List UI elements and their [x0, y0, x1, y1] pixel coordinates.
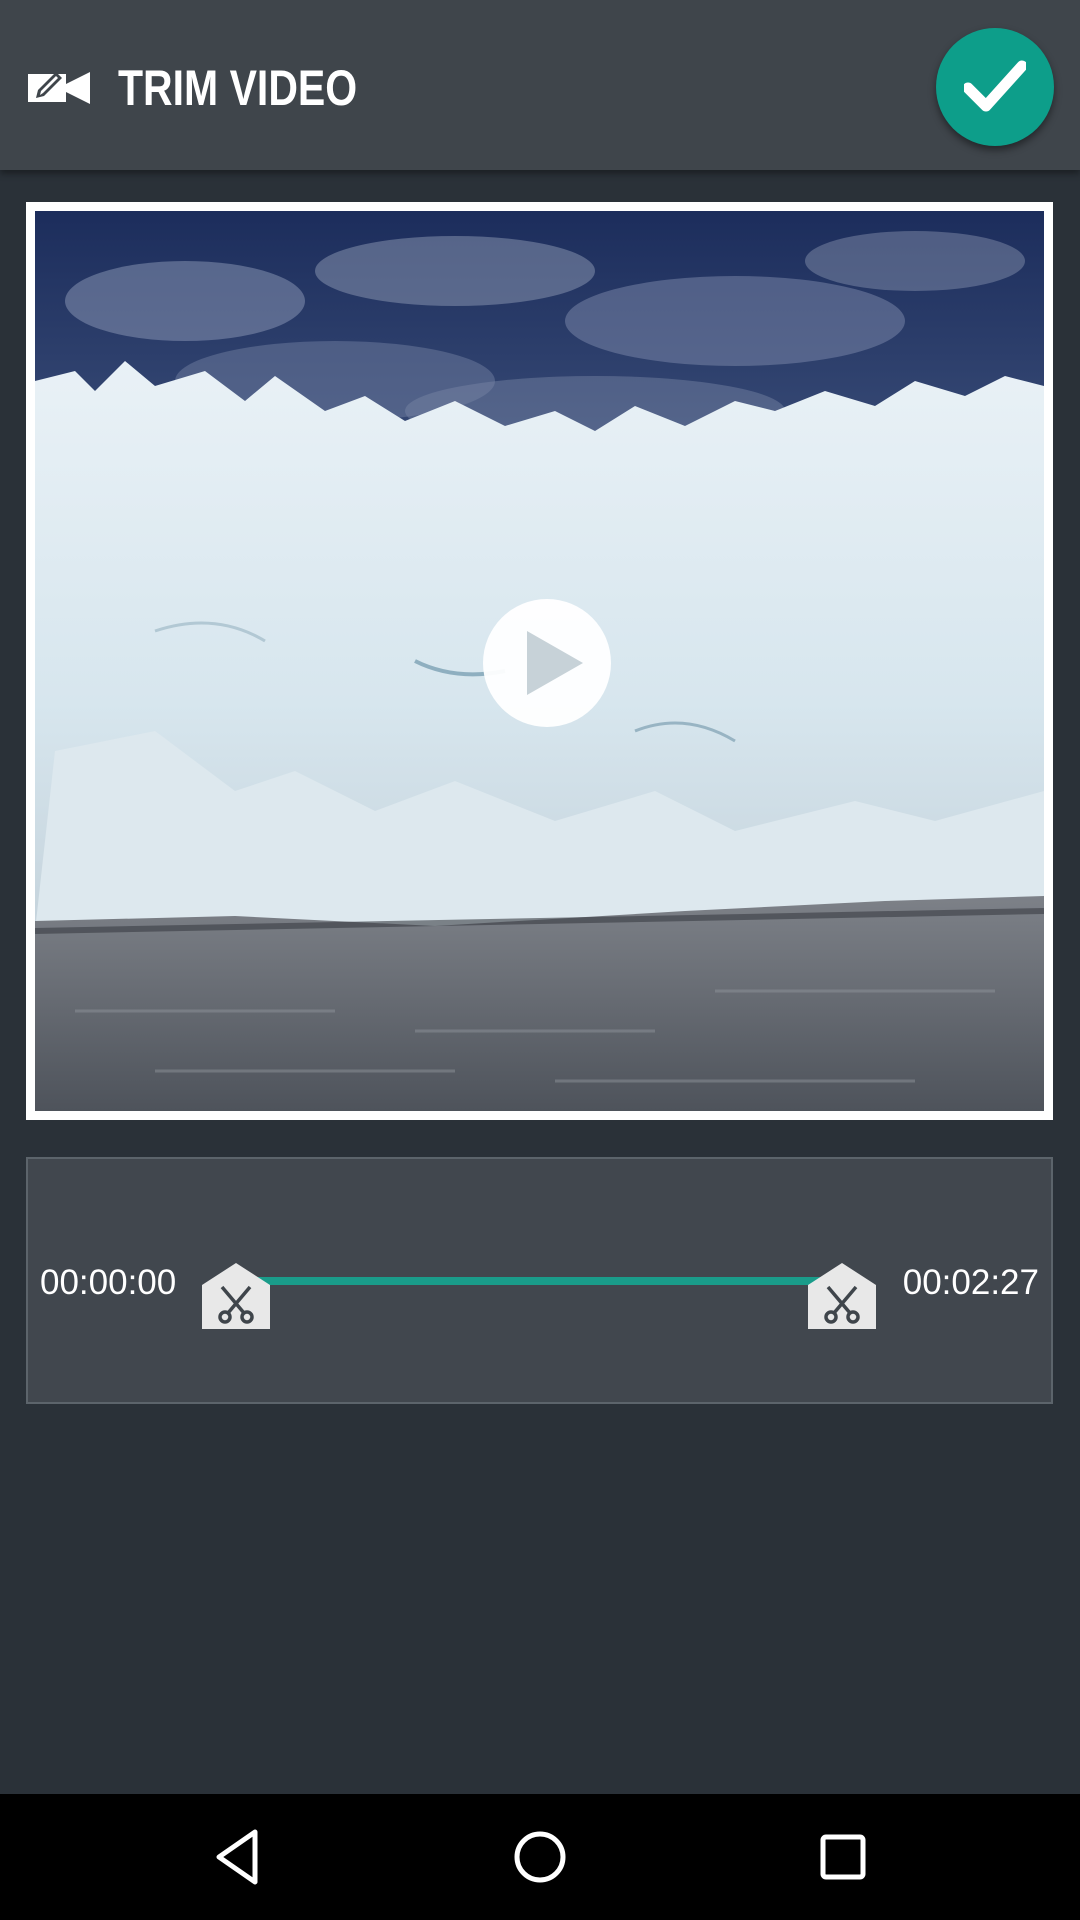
trim-panel: 00:00:00 00:02:27 — [26, 1157, 1053, 1404]
system-nav-bar — [0, 1794, 1080, 1920]
confirm-button[interactable] — [936, 28, 1054, 146]
trim-range-track[interactable] — [233, 1277, 839, 1285]
trim-end-time: 00:02:27 — [902, 1263, 1039, 1302]
video-edit-icon — [28, 72, 90, 104]
trim-start-time: 00:00:00 — [40, 1263, 177, 1302]
recents-square-icon[interactable] — [810, 1824, 876, 1890]
app-bar: TRIM VIDEO — [0, 0, 1080, 170]
checkmark-icon — [964, 60, 1026, 112]
home-circle-icon[interactable] — [507, 1824, 573, 1890]
trim-start-handle[interactable] — [202, 1263, 270, 1329]
back-triangle-icon[interactable] — [205, 1824, 271, 1890]
video-preview[interactable] — [26, 202, 1053, 1120]
play-icon[interactable] — [481, 597, 613, 729]
trim-end-handle[interactable] — [808, 1263, 876, 1329]
page-title: TRIM VIDEO — [118, 60, 358, 116]
